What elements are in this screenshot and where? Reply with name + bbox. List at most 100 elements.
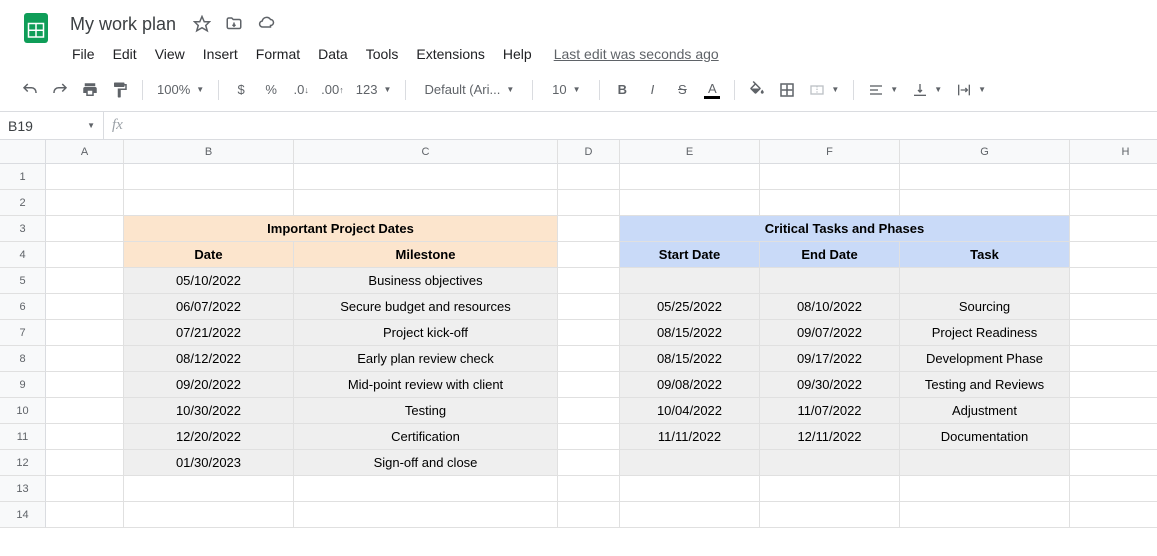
cell[interactable]: 09/07/2022: [760, 320, 900, 346]
cell[interactable]: 05/25/2022: [620, 294, 760, 320]
cell[interactable]: 08/12/2022: [124, 346, 294, 372]
cell[interactable]: [558, 164, 620, 190]
column-header-A[interactable]: A: [46, 140, 124, 164]
row-header-9[interactable]: 9: [0, 372, 46, 398]
cell[interactable]: [1070, 476, 1157, 502]
cell[interactable]: [620, 190, 760, 216]
menu-file[interactable]: File: [64, 42, 103, 66]
cell[interactable]: [1070, 190, 1157, 216]
cell[interactable]: [558, 502, 620, 528]
cell[interactable]: [294, 164, 558, 190]
cell[interactable]: [46, 164, 124, 190]
cell[interactable]: [1070, 320, 1157, 346]
cell[interactable]: 09/30/2022: [760, 372, 900, 398]
cell[interactable]: 08/10/2022: [760, 294, 900, 320]
row-header-11[interactable]: 11: [0, 424, 46, 450]
cell[interactable]: [900, 164, 1070, 190]
cell[interactable]: [46, 320, 124, 346]
cell[interactable]: [760, 190, 900, 216]
borders-button[interactable]: [773, 76, 801, 104]
horizontal-align-button[interactable]: ▼: [862, 76, 904, 104]
bold-button[interactable]: B: [608, 76, 636, 104]
cell[interactable]: Testing and Reviews: [900, 372, 1070, 398]
cell[interactable]: [46, 190, 124, 216]
cell[interactable]: [46, 502, 124, 528]
cell[interactable]: [900, 190, 1070, 216]
select-all-corner[interactable]: [0, 140, 46, 164]
menu-extensions[interactable]: Extensions: [408, 42, 492, 66]
cell[interactable]: 08/15/2022: [620, 320, 760, 346]
cell[interactable]: [294, 502, 558, 528]
last-edit-link[interactable]: Last edit was seconds ago: [554, 46, 719, 62]
cell[interactable]: [620, 476, 760, 502]
cell[interactable]: Certification: [294, 424, 558, 450]
cell[interactable]: Development Phase: [900, 346, 1070, 372]
cell[interactable]: [558, 372, 620, 398]
cell[interactable]: 08/15/2022: [620, 346, 760, 372]
cell[interactable]: [1070, 502, 1157, 528]
cell[interactable]: Adjustment: [900, 398, 1070, 424]
print-button[interactable]: [76, 76, 104, 104]
redo-button[interactable]: [46, 76, 74, 104]
menu-help[interactable]: Help: [495, 42, 540, 66]
cell[interactable]: Milestone: [294, 242, 558, 268]
text-color-button[interactable]: A: [698, 76, 726, 104]
cell[interactable]: [1070, 216, 1157, 242]
row-header-6[interactable]: 6: [0, 294, 46, 320]
cell[interactable]: [46, 424, 124, 450]
cloud-status-icon[interactable]: [254, 12, 278, 36]
cell[interactable]: Task: [900, 242, 1070, 268]
cell[interactable]: 05/10/2022: [124, 268, 294, 294]
menu-tools[interactable]: Tools: [358, 42, 407, 66]
cell[interactable]: Early plan review check: [294, 346, 558, 372]
row-header-1[interactable]: 1: [0, 164, 46, 190]
vertical-align-button[interactable]: ▼: [906, 76, 948, 104]
currency-button[interactable]: $: [227, 76, 255, 104]
cell[interactable]: Project Readiness: [900, 320, 1070, 346]
cell[interactable]: Secure budget and resources: [294, 294, 558, 320]
cell[interactable]: [558, 242, 620, 268]
cell[interactable]: [760, 164, 900, 190]
cell[interactable]: [558, 450, 620, 476]
cell[interactable]: [760, 502, 900, 528]
cell[interactable]: [46, 476, 124, 502]
cell[interactable]: [46, 450, 124, 476]
cell[interactable]: [46, 294, 124, 320]
cell[interactable]: 09/08/2022: [620, 372, 760, 398]
row-header-5[interactable]: 5: [0, 268, 46, 294]
row-header-10[interactable]: 10: [0, 398, 46, 424]
column-header-D[interactable]: D: [558, 140, 620, 164]
document-title[interactable]: My work plan: [64, 12, 182, 37]
cell[interactable]: 12/11/2022: [760, 424, 900, 450]
cell[interactable]: [620, 450, 760, 476]
cell[interactable]: [1070, 294, 1157, 320]
cell[interactable]: [900, 476, 1070, 502]
cell[interactable]: Documentation: [900, 424, 1070, 450]
merged-header-right[interactable]: Critical Tasks and Phases: [620, 216, 1070, 242]
cell[interactable]: [124, 164, 294, 190]
undo-button[interactable]: [16, 76, 44, 104]
cell[interactable]: [558, 320, 620, 346]
cell[interactable]: [1070, 450, 1157, 476]
cell[interactable]: 06/07/2022: [124, 294, 294, 320]
cell[interactable]: [46, 216, 124, 242]
cell[interactable]: [1070, 398, 1157, 424]
cell[interactable]: [1070, 372, 1157, 398]
fill-color-button[interactable]: [743, 76, 771, 104]
menu-view[interactable]: View: [147, 42, 193, 66]
font-size-dropdown[interactable]: 10▼: [541, 76, 591, 104]
cell[interactable]: [1070, 424, 1157, 450]
italic-button[interactable]: I: [638, 76, 666, 104]
menu-edit[interactable]: Edit: [105, 42, 145, 66]
cell[interactable]: [558, 268, 620, 294]
sheets-logo[interactable]: [16, 8, 56, 48]
paint-format-button[interactable]: [106, 76, 134, 104]
name-box[interactable]: B19▼: [0, 112, 104, 139]
cell[interactable]: 11/07/2022: [760, 398, 900, 424]
row-header-2[interactable]: 2: [0, 190, 46, 216]
text-wrap-button[interactable]: ▼: [950, 76, 992, 104]
cell[interactable]: [760, 450, 900, 476]
cell[interactable]: 07/21/2022: [124, 320, 294, 346]
menu-format[interactable]: Format: [248, 42, 308, 66]
cell[interactable]: [46, 398, 124, 424]
